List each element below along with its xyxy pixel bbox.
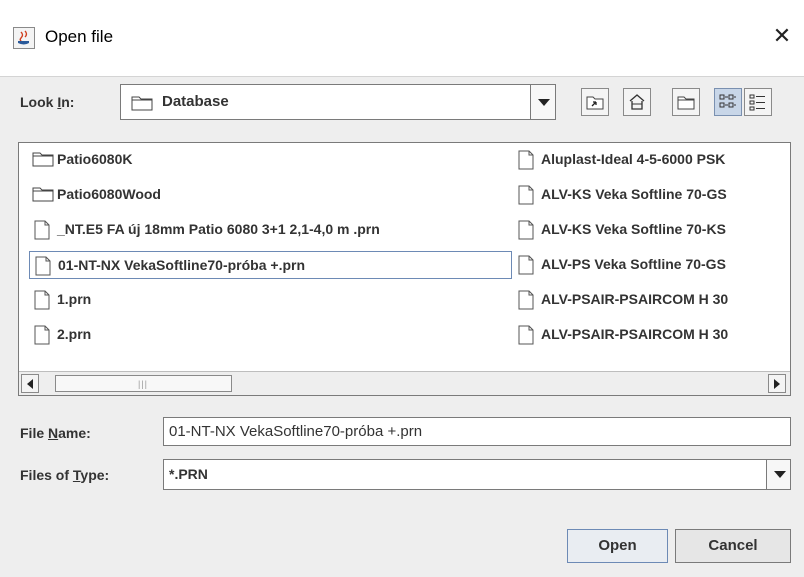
scrollbar-thumb[interactable]: |||: [55, 375, 232, 392]
file-item[interactable]: ALV-KS Veka Softline 70-GS: [513, 181, 790, 209]
file-item[interactable]: 1.prn: [29, 286, 512, 314]
file-icon: [516, 185, 536, 208]
cancel-button[interactable]: Cancel: [675, 529, 791, 563]
file-item-label: Patio6080K: [57, 151, 133, 167]
list-view-icon: [719, 94, 736, 108]
file-item-label: ALV-PSAIR-PSAIRCOM H 30: [541, 326, 729, 342]
file-name-value: 01-NT-NX VekaSoftline70-próba +.prn: [169, 423, 423, 440]
files-of-type-label-pre: Files of: [20, 467, 73, 483]
look-in-label: Look In:: [20, 94, 74, 110]
java-app-icon: [13, 27, 35, 49]
file-item[interactable]: 01-NT-NX VekaSoftline70-próba +.prn: [29, 251, 512, 279]
look-in-value: Database: [162, 93, 229, 110]
chevron-down-icon: [538, 99, 550, 106]
close-icon[interactable]: ✕: [770, 22, 794, 50]
look-in-label-post: n:: [61, 94, 75, 110]
file-item-label: 01-NT-NX VekaSoftline70-próba +.prn: [58, 257, 306, 273]
file-name-label-mnemonic: N: [48, 425, 59, 441]
files-of-type-combo[interactable]: *.PRN: [163, 459, 791, 490]
dialog-title: Open file: [45, 27, 114, 46]
file-item[interactable]: _NT.E5 FA új 18mm Patio 6080 3+1 2,1-4,0…: [29, 216, 512, 244]
file-item[interactable]: ALV-PSAIR-PSAIRCOM H 30: [513, 321, 790, 349]
title-bar: Open file ✕: [0, 0, 804, 77]
file-icon: [32, 220, 52, 243]
list-view-button[interactable]: [714, 88, 742, 116]
file-item-label: ALV-PS Veka Softline 70-GS: [541, 256, 726, 272]
file-item[interactable]: ALV-PSAIR-PSAIRCOM H 30: [513, 286, 790, 314]
new-folder-button[interactable]: [672, 88, 700, 116]
file-name-label-post: ame:: [58, 425, 91, 441]
file-item-label: Patio6080Wood: [57, 186, 161, 202]
file-name-label-pre: File: [20, 425, 49, 441]
chevron-down-icon: [774, 471, 786, 478]
scrollbar-grip-icon: |||: [138, 379, 149, 389]
arrow-right-icon: [774, 379, 780, 389]
folder-item[interactable]: Patio6080K: [29, 146, 512, 174]
new-folder-icon: [677, 96, 695, 110]
details-view-icon: [749, 94, 765, 111]
file-name-label: File Name:: [20, 425, 91, 441]
file-icon: [516, 255, 536, 278]
up-one-level-button[interactable]: [581, 88, 609, 116]
up-folder-icon: [586, 96, 604, 110]
folder-icon: [32, 185, 54, 206]
open-button[interactable]: Open: [567, 529, 668, 563]
home-button[interactable]: [623, 88, 651, 116]
scroll-right-button[interactable]: [768, 374, 786, 393]
look-in-label-pre: Look: [20, 94, 58, 110]
file-icon: [516, 150, 536, 173]
files-of-type-dropdown-button[interactable]: [766, 459, 791, 490]
folder-icon: [32, 150, 54, 171]
files-of-type-label-post: ype:: [80, 467, 110, 483]
files-of-type-value: *.PRN: [169, 466, 208, 482]
file-icon: [33, 256, 53, 278]
file-item-label: 2.prn: [57, 326, 92, 342]
home-icon: [629, 94, 645, 110]
file-icon: [516, 220, 536, 243]
file-icon: [516, 290, 536, 313]
file-item[interactable]: ALV-KS Veka Softline 70-KS: [513, 216, 790, 244]
horizontal-scrollbar[interactable]: |||: [19, 371, 790, 395]
file-item-label: ALV-PSAIR-PSAIRCOM H 30: [541, 291, 729, 307]
file-icon: [32, 325, 52, 348]
file-item-label: _NT.E5 FA új 18mm Patio 6080 3+1 2,1-4,0…: [57, 221, 380, 237]
folder-item[interactable]: Patio6080Wood: [29, 181, 512, 209]
file-item[interactable]: Aluplast-Ideal 4-5-6000 PSK: [513, 146, 790, 174]
file-item-label: Aluplast-Ideal 4-5-6000 PSK: [541, 151, 726, 167]
file-item-label: ALV-KS Veka Softline 70-GS: [541, 186, 727, 202]
file-name-input[interactable]: 01-NT-NX VekaSoftline70-próba +.prn: [163, 417, 791, 446]
look-in-dropdown-button[interactable]: [530, 84, 556, 120]
file-item[interactable]: ALV-PS Veka Softline 70-GS: [513, 251, 790, 279]
file-icon: [32, 290, 52, 313]
files-of-type-label: Files of Type:: [20, 467, 109, 483]
file-item[interactable]: 2.prn: [29, 321, 512, 349]
file-item-label: ALV-KS Veka Softline 70-KS: [541, 221, 726, 237]
dialog-body: Look In: Database Patio6080K Patio6080Wo…: [0, 77, 804, 577]
file-item-label: 1.prn: [57, 291, 92, 307]
arrow-left-icon: [27, 379, 33, 389]
look-in-combo[interactable]: Database: [120, 84, 556, 120]
details-view-button[interactable]: [744, 88, 772, 116]
file-icon: [516, 325, 536, 348]
scroll-left-button[interactable]: [21, 374, 39, 393]
file-list[interactable]: Patio6080K Patio6080Wood _NT.E5 FA új 18mm…: [18, 142, 791, 396]
folder-icon: [131, 96, 153, 111]
